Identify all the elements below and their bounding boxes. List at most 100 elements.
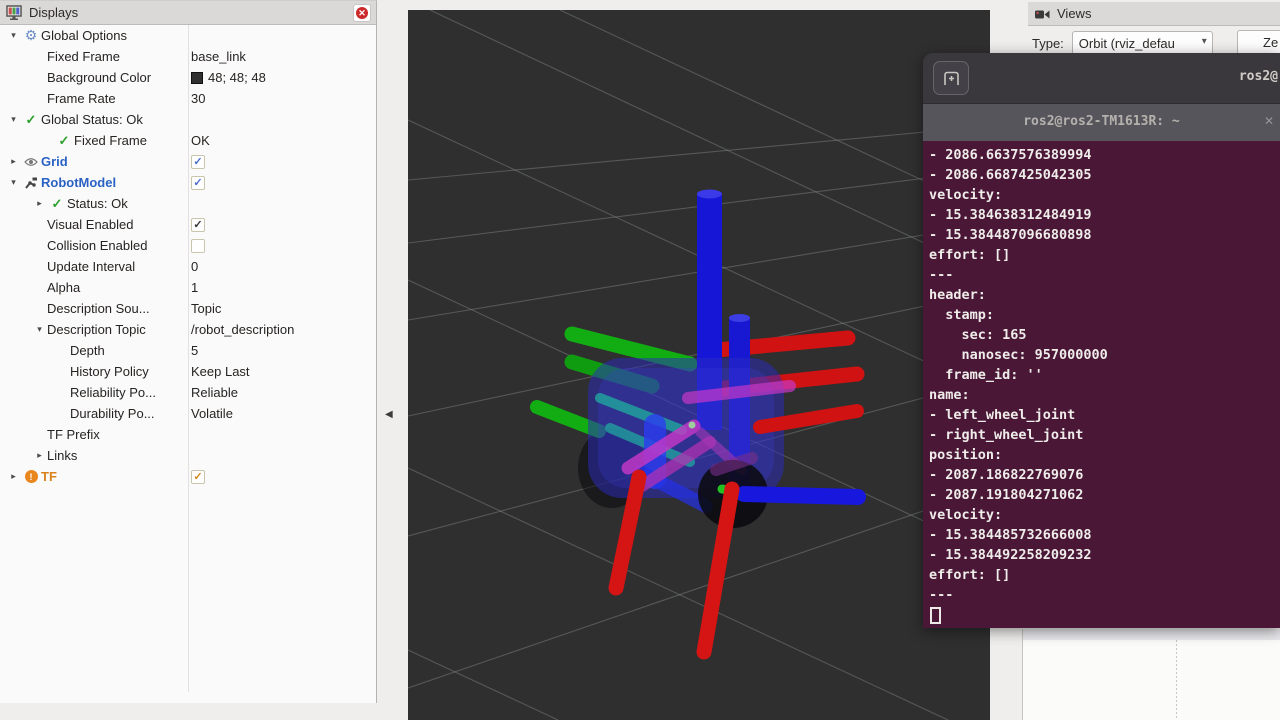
tree-row-history-policy[interactable]: History Policy Keep Last [0,361,376,382]
tree-row-label: Collision Enabled [47,238,147,253]
views-camera-icon [1034,7,1051,21]
terminal-lines: - 2086.6637576389994- 2086.6687425042305… [929,145,1274,605]
view-type-label: Type: [1032,36,1064,51]
tree-row-value: Topic [191,301,221,316]
tree-row-collision-enabled[interactable]: Collision Enabled [0,235,376,256]
terminal-line: - 15.384485732666008 [929,525,1274,545]
tree-row-tf-prefix[interactable]: TF Prefix [0,424,376,445]
terminal-cursor [930,607,941,624]
terminal-line: stamp: [929,305,1274,325]
expand-arrow-icon[interactable]: ▾ [32,324,47,335]
checkbox[interactable] [191,239,205,253]
tree-row-label: History Policy [70,364,149,379]
expand-arrow-icon[interactable]: ▸ [6,156,21,167]
tree-row-durability-po[interactable]: Durability Po... Volatile [0,403,376,424]
tree-row-depth[interactable]: Depth 5 [0,340,376,361]
tree-row-reliability-po[interactable]: Reliability Po...Reliable [0,382,376,403]
tree-row-grid[interactable]: ▸ Grid ✓ [0,151,376,172]
tree-row-label: Global Options [41,28,127,43]
tree-row-value: Keep Last [191,364,250,379]
view-type-select[interactable]: Orbit (rviz_defau ▾ [1072,31,1213,56]
views-saved-list[interactable] [1022,629,1280,720]
panel-title: Views [1057,6,1091,21]
tree-row-value: 0 [191,259,198,274]
terminal-line: velocity: [929,505,1274,525]
tree-row-label: Reliability Po... [70,385,156,400]
tree-row-value: Volatile [191,406,233,421]
displays-monitor-icon [6,5,23,21]
eye-icon [24,157,38,167]
check-ok-icon: ✓ [26,112,37,128]
displays-panel-header[interactable]: Displays ✕ [0,1,376,25]
tree-row-fixed-frame[interactable]: ✓Fixed FrameOK [0,130,376,151]
terminal-line: --- [929,265,1274,285]
rviz-window: { "displays_panel": { "title": "Displays… [0,0,1280,720]
expand-arrow-icon[interactable]: ▸ [6,471,21,482]
expand-arrow-icon[interactable]: ▾ [6,177,21,188]
tree-row-label: TF Prefix [47,427,100,442]
terminal-line: header: [929,285,1274,305]
3d-scene [408,10,990,720]
tree-row-global-status-ok[interactable]: ▾✓Global Status: Ok [0,109,376,130]
views-panel-header[interactable]: Views [1028,2,1280,26]
terminal-line: effort: [] [929,245,1274,265]
checkbox[interactable]: ✓ [191,155,205,169]
expand-arrow-icon[interactable]: ▾ [6,30,21,41]
terminal-line: frame_id: '' [929,365,1274,385]
terminal-line: position: [929,445,1274,465]
tree-row-label: Description Topic [47,322,146,337]
tree-row-label: Durability Po... [70,406,155,421]
tree-row-alpha[interactable]: Alpha 1 [0,277,376,298]
new-tab-button[interactable] [933,61,969,95]
tree-row-value: /robot_description [191,322,294,337]
terminal-window[interactable]: ros2@ ros2@ros2-TM1613R: ~ ✕ - 2086.6637… [923,53,1280,628]
tree-row-links[interactable]: ▸Links [0,445,376,466]
expand-arrow-icon[interactable]: ▾ [6,114,21,125]
tree-row-description-sou[interactable]: Description Sou... Topic [0,298,376,319]
tree-row-label: Grid [41,154,68,169]
tree-row-visual-enabled[interactable]: Visual Enabled✓ [0,214,376,235]
terminal-titlebar[interactable]: ros2@ [923,53,1280,103]
tree-row-frame-rate[interactable]: Frame Rate30 [0,88,376,109]
close-button[interactable]: ✕ [353,4,371,22]
terminal-tab-title[interactable]: ros2@ros2-TM1613R: ~ [1023,114,1180,129]
displays-panel: Displays ✕ ▾⚙Global OptionsFixed Frameba… [0,0,377,703]
terminal-line: - 2087.191804271062 [929,485,1274,505]
tree-row-global-options[interactable]: ▾⚙Global Options [0,25,376,46]
tree-row-update-interval[interactable]: Update Interval0 [0,256,376,277]
tab-close-icon[interactable]: ✕ [1264,114,1274,128]
robot-icon [24,176,38,190]
tree-row-value: 5 [191,343,198,358]
terminal-line: nanosec: 957000000 [929,345,1274,365]
tree-row-label: Alpha [47,280,80,295]
tree-row-value: base_link [191,49,246,64]
wheel-axle-blue [744,494,858,497]
tree-row-label: Depth [70,343,105,358]
terminal-line: - 2086.6687425042305 [929,165,1274,185]
panel-collapse-arrow[interactable]: ◀ [385,409,393,420]
expand-arrow-icon[interactable]: ▸ [32,198,47,209]
tree-row-label: Description Sou... [47,301,150,316]
terminal-line: velocity: [929,185,1274,205]
tree-row-description-topic[interactable]: ▾Description Topic/robot_description [0,319,376,340]
terminal-output[interactable]: - 2086.6637576389994- 2086.6687425042305… [923,141,1280,628]
zero-button[interactable]: Ze [1237,30,1280,55]
checkbox[interactable]: ✓ [191,470,205,484]
tree-row-background-color[interactable]: Background Color48; 48; 48 [0,67,376,88]
checkbox[interactable]: ✓ [191,176,205,190]
checkbox[interactable]: ✓ [191,218,205,232]
terminal-tab-bar[interactable]: ros2@ros2-TM1613R: ~ ✕ [923,103,1280,141]
chevron-down-icon: ▾ [1202,36,1207,47]
expand-arrow-icon[interactable]: ▸ [32,450,47,461]
3d-viewport[interactable] [408,10,990,720]
tree-row-status-ok[interactable]: ▸✓Status: Ok [0,193,376,214]
terminal-line: - 15.384492258209232 [929,545,1274,565]
tree-row-value: 1 [191,280,198,295]
tree-row-label: Links [47,448,77,463]
tree-row-fixed-frame[interactable]: Fixed Framebase_link [0,46,376,67]
tree-row-robotmodel[interactable]: ▾RobotModel✓ [0,172,376,193]
tree-row-label: TF [41,469,57,484]
terminal-line: - 15.384638312484919 [929,205,1274,225]
tree-row-tf[interactable]: ▸!TF✓ [0,466,376,487]
terminal-line: effort: [] [929,565,1274,585]
